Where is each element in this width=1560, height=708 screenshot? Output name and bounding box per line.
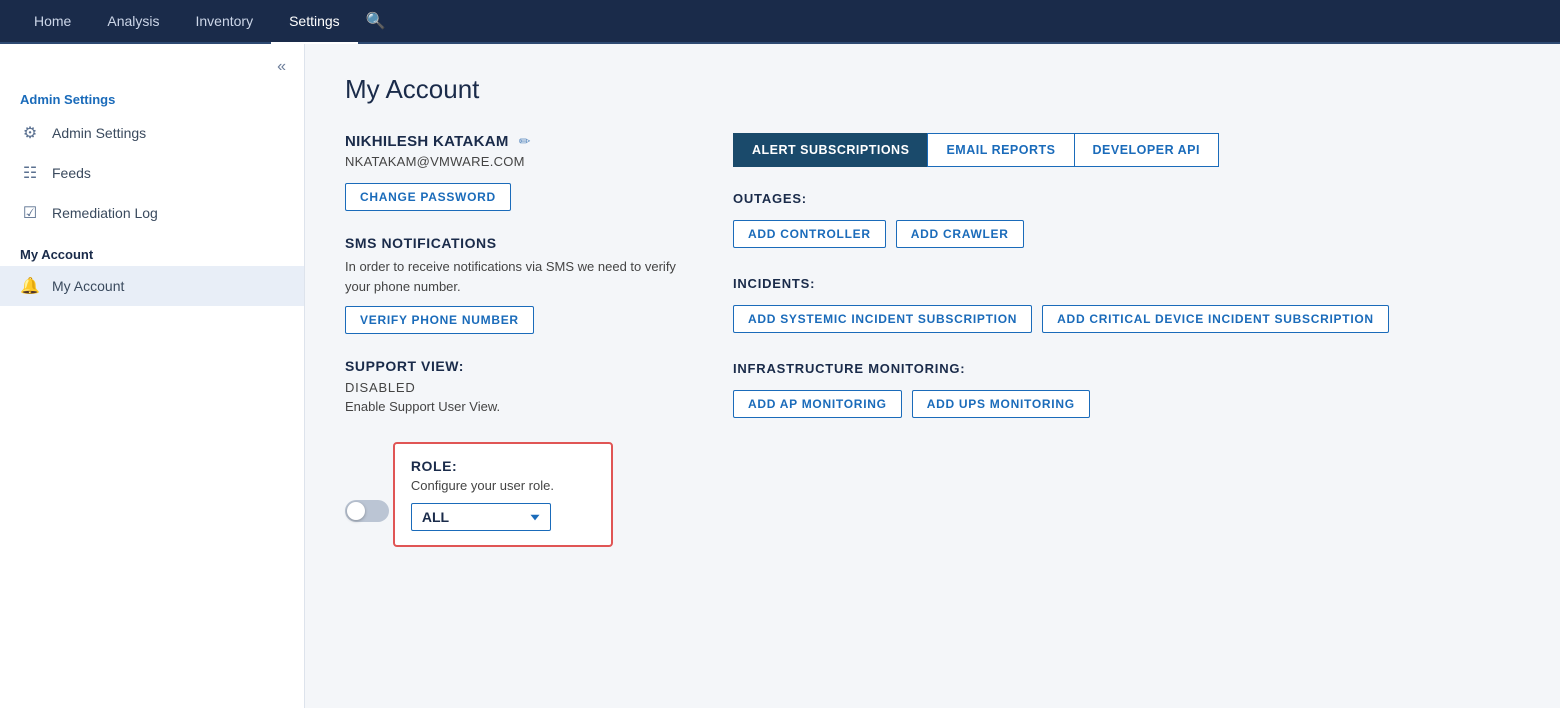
change-password-button[interactable]: CHANGE PASSWORD <box>345 183 511 211</box>
role-label: ROLE: <box>411 458 595 474</box>
add-crawler-button[interactable]: ADD CRAWLER <box>896 220 1024 248</box>
support-enable-label: Enable Support User View. <box>345 399 685 414</box>
gear-icon: ⚙ <box>20 123 40 143</box>
sidebar-collapse-area: « <box>0 44 304 82</box>
edit-icon[interactable]: ✏ <box>519 133 531 150</box>
add-ap-monitoring-button[interactable]: ADD AP MONITORING <box>733 390 902 418</box>
sidebar-item-label-feeds: Feeds <box>52 165 91 181</box>
sidebar-collapse-button[interactable]: « <box>273 56 290 78</box>
feeds-icon: ☷ <box>20 163 40 183</box>
nav-analysis[interactable]: Analysis <box>89 0 177 44</box>
sidebar-item-label-my-account: My Account <box>52 278 124 294</box>
add-ups-monitoring-button[interactable]: ADD UPS MONITORING <box>912 390 1090 418</box>
sidebar-item-remediation-log[interactable]: ☑ Remediation Log <box>0 193 304 233</box>
left-column: NIKHILESH KATAKAM ✏ NKATAKAM@VMWARE.COM … <box>345 133 685 547</box>
incidents-buttons-row: ADD SYSTEMIC INCIDENT SUBSCRIPTION ADD C… <box>733 305 1520 333</box>
outages-section: OUTAGES: ADD CONTROLLER ADD CRAWLER <box>733 191 1520 248</box>
infra-monitoring-label: INFRASTRUCTURE MONITORING: <box>733 361 1520 376</box>
user-name-row: NIKHILESH KATAKAM ✏ <box>345 133 685 150</box>
support-view-label: SUPPORT VIEW: <box>345 358 685 374</box>
bell-icon: 🔔 <box>20 276 40 296</box>
search-icon[interactable]: 🔍 <box>358 11 394 31</box>
sidebar-item-admin-settings[interactable]: ⚙ Admin Settings <box>0 113 304 153</box>
admin-settings-section-label: Admin Settings <box>0 82 304 113</box>
role-description: Configure your user role. <box>411 478 595 493</box>
verify-phone-button[interactable]: VERIFY PHONE NUMBER <box>345 306 534 334</box>
sidebar-item-my-account[interactable]: 🔔 My Account <box>0 266 304 306</box>
nav-inventory[interactable]: Inventory <box>178 0 272 44</box>
sidebar-item-label-admin: Admin Settings <box>52 125 146 141</box>
main-layout: « Admin Settings ⚙ Admin Settings ☷ Feed… <box>0 44 1560 708</box>
nav-home[interactable]: Home <box>16 0 89 44</box>
tab-email-reports[interactable]: EMAIL REPORTS <box>927 133 1074 167</box>
user-name: NIKHILESH KATAKAM <box>345 133 509 150</box>
incidents-section: INCIDENTS: ADD SYSTEMIC INCIDENT SUBSCRI… <box>733 276 1520 333</box>
sidebar: « Admin Settings ⚙ Admin Settings ☷ Feed… <box>0 44 305 708</box>
sms-notifications-label: SMS NOTIFICATIONS <box>345 235 685 251</box>
incidents-label: INCIDENTS: <box>733 276 1520 291</box>
checklist-icon: ☑ <box>20 203 40 223</box>
top-navigation: Home Analysis Inventory Settings 🔍 <box>0 0 1560 44</box>
main-content: My Account NIKHILESH KATAKAM ✏ NKATAKAM@… <box>305 44 1560 708</box>
outages-buttons-row: ADD CONTROLLER ADD CRAWLER <box>733 220 1520 248</box>
tab-developer-api[interactable]: DEVELOPER API <box>1074 133 1219 167</box>
my-account-section-label: My Account <box>0 233 304 266</box>
tabs-row: ALERT SUBSCRIPTIONS EMAIL REPORTS DEVELO… <box>733 133 1520 167</box>
sms-description: In order to receive notifications via SM… <box>345 257 685 296</box>
add-controller-button[interactable]: ADD CONTROLLER <box>733 220 886 248</box>
user-email: NKATAKAM@VMWARE.COM <box>345 154 685 169</box>
infrastructure-monitoring-section: INFRASTRUCTURE MONITORING: ADD AP MONITO… <box>733 361 1520 418</box>
support-view-status: DISABLED <box>345 380 685 395</box>
right-column: ALERT SUBSCRIPTIONS EMAIL REPORTS DEVELO… <box>733 133 1520 547</box>
sidebar-item-feeds[interactable]: ☷ Feeds <box>0 153 304 193</box>
role-select[interactable]: ALL Admin Viewer Operator <box>411 503 551 531</box>
nav-settings[interactable]: Settings <box>271 0 358 44</box>
content-columns: NIKHILESH KATAKAM ✏ NKATAKAM@VMWARE.COM … <box>345 133 1520 547</box>
sidebar-item-label-remediation: Remediation Log <box>52 205 158 221</box>
add-critical-device-incident-button[interactable]: ADD CRITICAL DEVICE INCIDENT SUBSCRIPTIO… <box>1042 305 1389 333</box>
add-systemic-incident-button[interactable]: ADD SYSTEMIC INCIDENT SUBSCRIPTION <box>733 305 1032 333</box>
support-view-toggle[interactable] <box>345 500 389 522</box>
infra-buttons-row: ADD AP MONITORING ADD UPS MONITORING <box>733 390 1520 418</box>
page-title: My Account <box>345 74 1520 105</box>
role-box: ROLE: Configure your user role. ALL Admi… <box>393 442 613 547</box>
tab-alert-subscriptions[interactable]: ALERT SUBSCRIPTIONS <box>733 133 928 167</box>
outages-label: OUTAGES: <box>733 191 1520 206</box>
